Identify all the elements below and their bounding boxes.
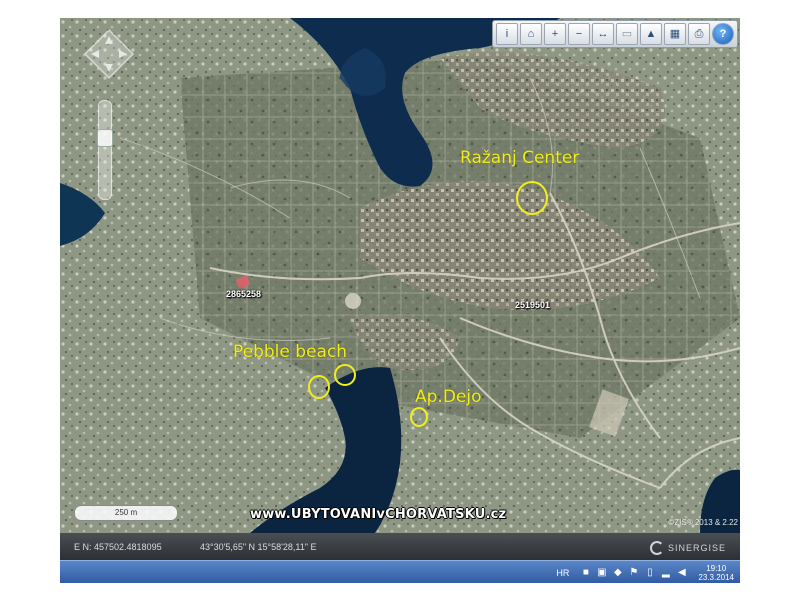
- satellite-map[interactable]: i ⌂ + − ↔ ▭ ▲ ▦ ⎙ ? 2865258 2519501 Raža…: [60, 18, 740, 533]
- parcel-info-icon: i: [505, 27, 509, 40]
- pan-compass-icon: [83, 28, 135, 80]
- home-button[interactable]: ⌂: [520, 23, 542, 45]
- zoom-slider[interactable]: [97, 100, 113, 200]
- zoom-out-button[interactable]: −: [568, 23, 590, 45]
- zoom-in-icon: +: [551, 27, 559, 40]
- annotation-center-label: Ražanj Center: [460, 148, 580, 168]
- measure-icon: ↔: [597, 27, 609, 40]
- parcel-label[interactable]: 2519501: [515, 300, 550, 310]
- home-icon: ⌂: [527, 27, 535, 40]
- overview-icon: ▲: [645, 27, 657, 40]
- aerial-imagery: [60, 18, 740, 533]
- table-icon: ▦: [669, 27, 681, 40]
- pan-control[interactable]: [83, 28, 135, 80]
- measure-button[interactable]: ↔: [592, 23, 614, 45]
- zoom-out-icon: −: [575, 27, 583, 40]
- projected-coordinates: E N: 457502.4818095: [74, 542, 162, 552]
- windows-taskbar: HR ■ ▣ ◆ ⚑ ▯ ▂ ◀ 19:10 23.3.2014: [60, 560, 740, 583]
- center-circle-marker: [516, 181, 548, 215]
- geographic-coordinates: 43°30'5,65" N 15°58'28,11" E: [200, 542, 317, 552]
- print-button[interactable]: ⎙: [688, 23, 710, 45]
- system-tray: HR ■ ▣ ◆ ⚑ ▯ ▂ ◀ 19:10 23.3.2014: [556, 562, 734, 583]
- flag-icon[interactable]: ⚑: [628, 567, 639, 578]
- parcel-info-button[interactable]: i: [496, 23, 518, 45]
- watermark: www.UBYTOVANIvCHORVATSKU.cz: [250, 507, 507, 522]
- beach-circle-marker: [334, 364, 356, 386]
- table-button[interactable]: ▦: [664, 23, 686, 45]
- status-bar: E N: 457502.4818095 43°30'5,65" N 15°58'…: [60, 533, 740, 560]
- layers-button[interactable]: ▭: [616, 23, 638, 45]
- help-icon: ?: [719, 27, 727, 40]
- volume-icon[interactable]: ◀: [676, 567, 687, 578]
- copyright-text: ©ZIS® 2013 & 2.22: [668, 518, 738, 527]
- layers-icon: ▭: [621, 27, 633, 40]
- shield-tray-icon[interactable]: ◆: [612, 567, 623, 578]
- annotation-beach-label: Pebble beach: [233, 342, 348, 362]
- brand-logo: SINERGISE: [649, 541, 726, 555]
- signal-icon[interactable]: ▂: [660, 567, 671, 578]
- help-button[interactable]: ?: [712, 23, 734, 45]
- brand-name: SINERGISE: [667, 543, 726, 553]
- app-tray-icon[interactable]: ■: [580, 567, 591, 578]
- parcel-label[interactable]: 2865258: [226, 289, 261, 299]
- beach-circle-marker: [308, 375, 330, 399]
- zoom-slider-handle[interactable]: [97, 129, 113, 147]
- overview-button[interactable]: ▲: [640, 23, 662, 45]
- battery-icon[interactable]: ▯: [644, 567, 655, 578]
- language-indicator[interactable]: HR: [556, 568, 569, 578]
- map-toolbar: i ⌂ + − ↔ ▭ ▲ ▦ ⎙ ?: [492, 20, 738, 48]
- sinergise-logo-icon: [649, 541, 664, 555]
- print-icon: ⎙: [694, 27, 704, 40]
- apartment-circle-marker: [410, 407, 428, 427]
- clock-date: 23.3.2014: [698, 572, 734, 582]
- annotation-apartment-label: Ap.Dejo: [415, 387, 482, 407]
- clock-time: 19:10: [706, 563, 727, 573]
- clock[interactable]: 19:10 23.3.2014: [698, 564, 734, 582]
- zoom-in-button[interactable]: +: [544, 23, 566, 45]
- folder-tray-icon[interactable]: ▣: [596, 567, 607, 578]
- scale-bar: 250 m: [74, 505, 178, 521]
- map-viewer: i ⌂ + − ↔ ▭ ▲ ▦ ⎙ ? 2865258 2519501 Raža…: [60, 18, 740, 583]
